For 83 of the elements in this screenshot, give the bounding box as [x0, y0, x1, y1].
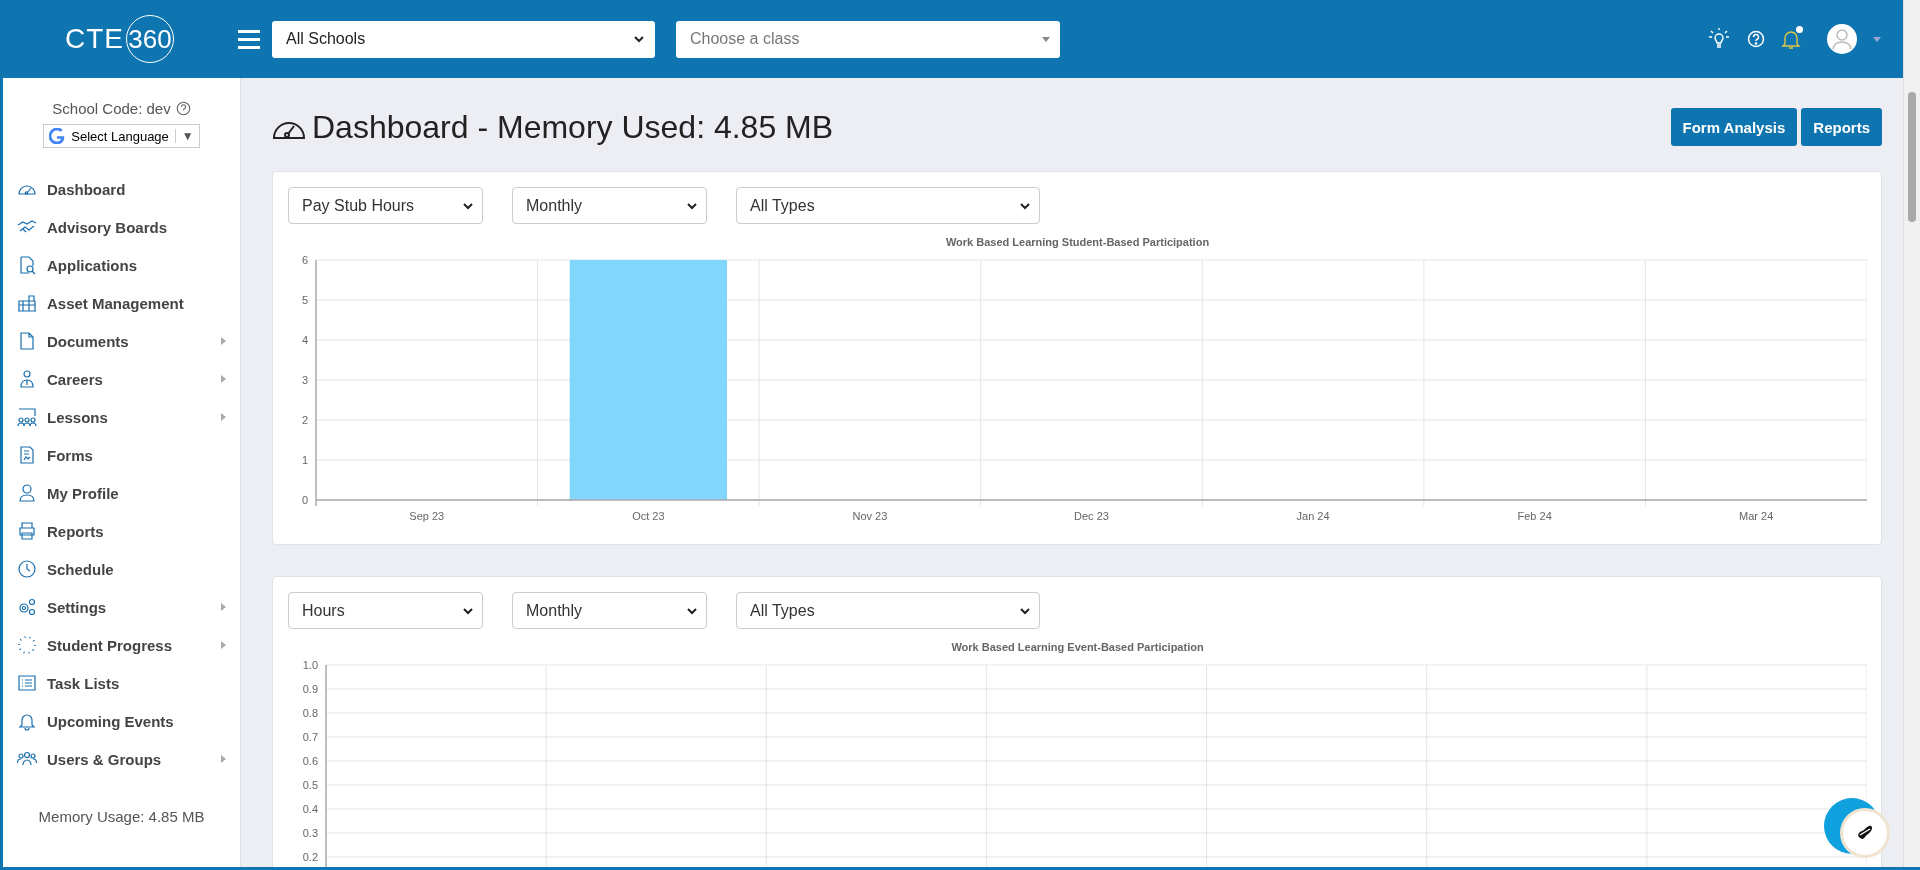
- y-tick-label: 4: [301, 334, 308, 346]
- class-select[interactable]: Choose a class: [676, 20, 1060, 58]
- filter-select[interactable]: Monthly: [512, 592, 707, 629]
- nav-item[interactable]: Upcoming Events: [3, 702, 240, 740]
- y-tick-label: 0.7: [302, 731, 318, 743]
- nav-item[interactable]: Student Progress: [3, 626, 240, 664]
- y-tick-label: 0.8: [302, 707, 318, 719]
- nav-item[interactable]: Task Lists: [3, 664, 240, 702]
- chevron-down-icon: [462, 606, 474, 615]
- nav-item[interactable]: Applications: [3, 246, 240, 284]
- document-search-icon: [17, 255, 37, 275]
- dotted-circle-icon: [17, 635, 37, 655]
- header-button[interactable]: Reports: [1801, 108, 1882, 146]
- user-icon: [17, 483, 37, 503]
- nav-item[interactable]: Settings: [3, 588, 240, 626]
- person-icon: [17, 369, 37, 389]
- chevron-down-icon: [686, 606, 698, 615]
- y-tick-label: 0.4: [302, 803, 318, 815]
- nav-item[interactable]: My Profile: [3, 474, 240, 512]
- x-tick-label: Oct 23: [632, 510, 665, 522]
- nav-item[interactable]: Lessons: [3, 398, 240, 436]
- nav-item[interactable]: Schedule: [3, 550, 240, 588]
- bell-icon[interactable]: [1781, 28, 1801, 50]
- page-title: Dashboard - Memory Used: 4.85 MB: [312, 108, 834, 146]
- lightbulb-icon[interactable]: [1707, 28, 1731, 50]
- letter-g-icon: [49, 128, 66, 144]
- nav-item[interactable]: Documents: [3, 322, 240, 360]
- y-tick-label: 0.6: [302, 755, 318, 767]
- gears-icon: [17, 597, 37, 617]
- y-tick-label: 3: [301, 374, 308, 386]
- menu-icon[interactable]: [238, 29, 260, 49]
- y-tick-label: 1: [301, 454, 308, 466]
- x-tick-label: Nov 23: [852, 510, 888, 522]
- nav-item[interactable]: Dashboard: [3, 170, 240, 208]
- audience-icon: [17, 407, 37, 427]
- help-icon[interactable]: [175, 101, 191, 116]
- nav-item[interactable]: Advisory Boards: [3, 208, 240, 246]
- school-select[interactable]: All Schools: [272, 20, 655, 58]
- memory-usage: Memory Usage: 4.85 MB: [37, 808, 206, 825]
- chart-title: Work Based Learning Student-Based Participation: [945, 236, 1210, 248]
- x-tick-label: Mar 24: [1739, 510, 1774, 522]
- clock-icon: [17, 559, 37, 579]
- chevron-down-icon: [633, 35, 645, 43]
- bell-icon: [17, 711, 37, 731]
- chart-title: Work Based Learning Event-Based Participation: [951, 641, 1204, 653]
- filter-select[interactable]: Hours: [288, 592, 483, 629]
- nav-item[interactable]: Reports: [3, 512, 240, 550]
- chevron-down-icon: [462, 201, 474, 210]
- y-tick-label: 5: [301, 294, 308, 306]
- y-tick-label: 1.0: [302, 659, 318, 671]
- y-tick-label: 0: [301, 494, 308, 506]
- x-tick-label: Feb 24: [1517, 510, 1552, 522]
- y-tick-label: 0.3: [302, 827, 318, 839]
- logo-text: CTE: [65, 23, 124, 55]
- x-tick-label: Sep 23: [409, 510, 445, 522]
- filter-select[interactable]: All Types: [736, 592, 1040, 629]
- y-tick-label: 0.5: [302, 779, 318, 791]
- document-icon: [17, 331, 37, 351]
- form-icon: [17, 445, 37, 465]
- y-tick-label: 6: [301, 254, 308, 266]
- x-tick-label: Dec 23: [1074, 510, 1109, 522]
- filter-select[interactable]: All Types: [736, 187, 1040, 224]
- y-tick-label: 0.9: [302, 683, 318, 695]
- nav-item[interactable]: Forms: [3, 436, 240, 474]
- building-icon: [17, 293, 37, 313]
- filter-select[interactable]: Monthly: [512, 187, 707, 224]
- nav-item[interactable]: Users & Groups: [3, 740, 240, 778]
- chevron-down-icon: [1019, 606, 1031, 615]
- list-icon: [17, 673, 37, 693]
- y-tick-label: 2: [301, 414, 308, 426]
- chevron-down-icon: [686, 201, 698, 210]
- avatar[interactable]: [1827, 24, 1857, 54]
- nav-item[interactable]: Asset Management: [3, 284, 240, 322]
- language-select[interactable]: Select Language ▼: [43, 124, 200, 148]
- school-code: School Code: dev: [52, 100, 171, 117]
- y-tick-label: 0.2: [302, 851, 318, 863]
- printer-icon: [17, 521, 37, 541]
- nav-item[interactable]: Careers: [3, 360, 240, 398]
- chevron-down-icon: [1019, 201, 1031, 210]
- scrollbar-thumb[interactable]: [1908, 92, 1916, 222]
- filter-select[interactable]: Pay Stub Hours: [288, 187, 483, 224]
- header-button[interactable]: Form Analysis: [1670, 108, 1798, 146]
- x-tick-label: Jan 24: [1296, 510, 1330, 522]
